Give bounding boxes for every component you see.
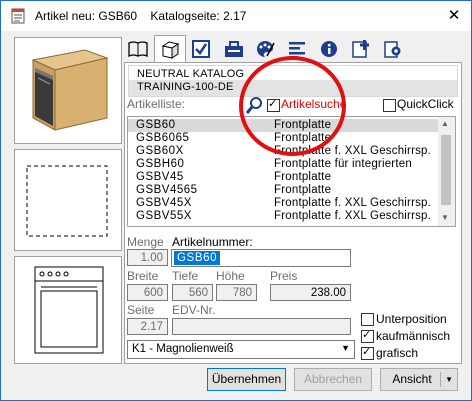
list-item[interactable]: GSBV45X Frontplatte f. XXL Geschirrsp.	[128, 197, 438, 210]
tiefe-field[interactable]: 560	[172, 284, 213, 301]
breite-label: Breite	[127, 269, 159, 283]
article-code: GSB60	[136, 119, 176, 131]
cube-icon	[161, 41, 180, 59]
unterposition-label: Unterposition	[376, 312, 447, 326]
scroll-thumb[interactable]	[441, 135, 451, 205]
ansicht-button[interactable]: Ansicht ▼	[380, 368, 458, 391]
ansicht-label: Ansicht	[392, 372, 432, 386]
grafisch-label: grafisch	[376, 346, 419, 360]
edv-label: EDV-Nr.	[172, 303, 216, 317]
scroll-down-icon[interactable]: ▼	[441, 213, 449, 222]
tab-info[interactable]	[314, 36, 344, 61]
tab-options[interactable]	[186, 36, 216, 61]
list-item[interactable]: GSBH60 Frontplatte für integrierten	[128, 158, 438, 171]
checkbox-icon	[192, 40, 210, 58]
info-icon	[321, 41, 337, 57]
article-name: Frontplatte f. XXL Geschirrsp.	[274, 210, 432, 222]
window-title: Artikel neu: GSB60 Katalogseite: 2.17	[35, 9, 247, 23]
preview-3d	[14, 37, 122, 144]
article-code: GSBH60	[136, 158, 185, 170]
hoehe-label: Höhe	[216, 269, 245, 283]
seite-field[interactable]: 2.17	[127, 318, 168, 335]
article-code: GSBV45X	[136, 197, 192, 209]
variant-value: K1 - Magnolienweiß	[132, 343, 234, 355]
edv-field[interactable]	[172, 318, 351, 335]
seite-label: Seite	[127, 303, 155, 317]
uebernehmen-button[interactable]: Übernehmen	[207, 368, 286, 391]
article-name: Frontplatte	[274, 184, 332, 196]
list-item[interactable]: GSBV4565 Frontplatte	[128, 184, 438, 197]
article-code: GSB6065	[136, 132, 190, 144]
article-code: GSBV55X	[136, 210, 192, 222]
quickclick-checkbox[interactable]	[383, 99, 396, 112]
list-scrollbar[interactable]: ▲ ▼	[438, 117, 455, 226]
chevron-down-icon: ▼	[341, 343, 350, 353]
grafisch-checkbox[interactable]	[361, 345, 374, 360]
tab-article[interactable]	[154, 35, 186, 62]
dropdown-arrow-icon[interactable]: ▼	[445, 369, 453, 390]
abbrechen-button[interactable]: Abbrechen	[294, 368, 372, 391]
list-item[interactable]: GSBV45 Frontplatte	[128, 171, 438, 184]
highlight-circle	[239, 56, 346, 156]
palette-icon	[257, 41, 275, 57]
preis-label: Preis	[270, 269, 298, 283]
unterposition-checkbox[interactable]	[361, 313, 374, 326]
preview-outline	[14, 149, 122, 251]
article-name: Frontplatte für integrierten	[274, 158, 412, 170]
article-code: GSBV45	[136, 171, 184, 183]
hoehe-field[interactable]: 780	[216, 284, 257, 301]
list-item[interactable]: GSBV55X Frontplatte f. XXL Geschirrsp.	[128, 210, 438, 223]
tab-catalog[interactable]	[123, 36, 153, 61]
settings-document-icon	[384, 41, 401, 58]
book-icon	[128, 41, 148, 58]
dishwasher-front-image	[34, 266, 104, 354]
tab-settings[interactable]	[378, 36, 408, 61]
dashed-outline-image	[26, 165, 108, 237]
preis-field[interactable]: 238.00	[270, 284, 351, 301]
artikelnummer-label: Artikelnummer:	[172, 235, 253, 249]
dishwasher-3d-image	[31, 49, 109, 131]
artikelnummer-value: GSB60	[174, 251, 221, 265]
catalog-name: NEUTRAL KATALOG	[137, 68, 245, 80]
close-button[interactable]: ✕	[437, 1, 471, 31]
article-code: GSBV4565	[136, 184, 198, 196]
artikelnummer-field[interactable]: GSB60	[171, 249, 351, 267]
tab-colors[interactable]	[250, 36, 280, 61]
preview-front	[14, 256, 122, 364]
tab-bar	[123, 35, 415, 62]
article-name: Frontplatte	[274, 171, 332, 183]
breite-field[interactable]: 600	[127, 284, 168, 301]
add-document-icon	[352, 40, 369, 58]
toolbox-icon	[225, 41, 243, 57]
app-icon	[11, 8, 25, 24]
catalog-code: TRAINING-100-DE	[137, 81, 234, 93]
menge-field[interactable]: 1.00	[127, 249, 168, 266]
split-divider	[440, 372, 441, 387]
article-dialog: Artikel neu: GSB60 Katalogseite: 2.17 ✕	[0, 0, 472, 401]
tiefe-label: Tiefe	[172, 269, 199, 283]
scroll-up-icon[interactable]: ▲	[441, 119, 449, 128]
title-bar: Artikel neu: GSB60 Katalogseite: 2.17 ✕	[1, 1, 471, 31]
article-code: GSB60X	[136, 145, 184, 157]
tab-accessories[interactable]	[218, 36, 248, 61]
menge-label: Menge	[127, 235, 164, 249]
quickclick-label: QuickClick	[397, 97, 454, 111]
variant-select[interactable]: K1 - Magnolienweiß ▼	[127, 340, 355, 359]
article-list-label: Artikelliste:	[127, 97, 186, 111]
kaufmaennisch-label: kaufmännisch	[376, 329, 451, 343]
tab-new[interactable]	[346, 36, 376, 61]
kaufmaennisch-checkbox[interactable]	[361, 328, 374, 343]
article-name: Frontplatte f. XXL Geschirrsp.	[274, 197, 432, 209]
